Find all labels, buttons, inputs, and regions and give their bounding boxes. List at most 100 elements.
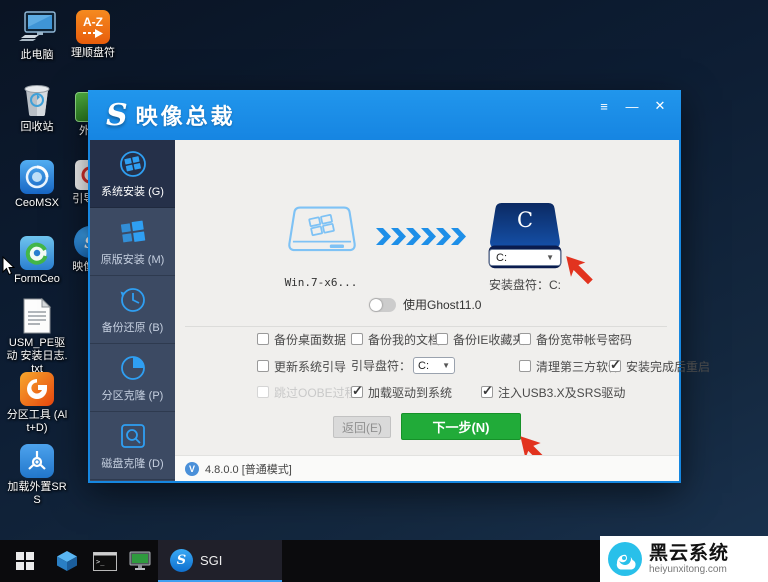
disk-clone-icon bbox=[118, 421, 148, 451]
cube-icon bbox=[56, 550, 78, 572]
az-sort-icon: A-Z bbox=[76, 10, 110, 44]
taskbar-sgi-label: SGI bbox=[200, 553, 222, 568]
option-label: 安装完成后重启 bbox=[626, 358, 710, 375]
sidebar-item-label: 系统安装 (G) bbox=[101, 183, 164, 199]
taskbar-pe-tool[interactable] bbox=[50, 540, 84, 582]
chevron-down-icon: ▼ bbox=[546, 253, 554, 262]
option-label: 跳过OOBE过程 bbox=[274, 384, 357, 401]
recycle-bin-icon bbox=[19, 80, 55, 118]
boot-letter-row: 引导盘符： C: ▼ bbox=[351, 357, 455, 374]
option-clean-thirdparty[interactable]: 清理第三方软件 bbox=[519, 359, 620, 373]
option-update-boot[interactable]: 更新系统引导 bbox=[257, 359, 346, 373]
ghost-toggle[interactable]: 使用Ghost11.0 bbox=[369, 296, 481, 313]
checkbox-icon[interactable] bbox=[257, 360, 269, 372]
partition-tool-icon bbox=[20, 372, 54, 406]
annotation-arrow-icon bbox=[563, 254, 597, 288]
desktop-icon-ceomsx[interactable]: CeoMSX bbox=[6, 160, 68, 210]
checkbox-icon[interactable] bbox=[351, 333, 363, 345]
option-backup-ie[interactable]: 备份IE收藏夹 bbox=[436, 332, 524, 346]
desktop: 此电脑 回收站 CeoMSX FormC bbox=[0, 0, 768, 582]
install-drive-select[interactable]: C: ▼ bbox=[489, 249, 561, 266]
main-panel: Win.7-x6... bbox=[175, 140, 679, 455]
close-icon[interactable]: ✕ bbox=[649, 96, 671, 116]
desktop-icon-recycle-bin[interactable]: 回收站 bbox=[6, 80, 68, 134]
menu-icon[interactable]: ≡ bbox=[593, 96, 615, 116]
mouse-cursor-icon bbox=[2, 256, 16, 276]
transfer-arrows-icon bbox=[376, 228, 468, 245]
sidebar-item-backup-restore[interactable]: 备份还原 (B) bbox=[90, 276, 175, 344]
desktop-icon-label: CeoMSX bbox=[15, 197, 59, 210]
az-text: A-Z bbox=[83, 16, 103, 28]
taskbar-sgi-task[interactable]: S SGI bbox=[158, 540, 282, 582]
checkbox-icon bbox=[257, 386, 269, 398]
sidebar-item-label: 备份还原 (B) bbox=[102, 319, 164, 335]
back-button[interactable]: 返回(E) bbox=[333, 416, 391, 438]
sgi-window: S 映像总裁 ≡ — ✕ 系统安装 (G) bbox=[88, 90, 681, 483]
sgi-logo-icon: S bbox=[170, 549, 193, 572]
option-label: 加载驱动到系统 bbox=[368, 384, 452, 401]
desktop-icon-usm-log[interactable]: USM_PE驱动 安装日志.txt bbox=[6, 298, 68, 376]
desktop-icon-label: 此电脑 bbox=[21, 49, 54, 62]
next-button[interactable]: 下一步(N) bbox=[401, 413, 521, 440]
sidebar-item-label: 原版安装 (M) bbox=[101, 251, 165, 267]
app-logo-icon: S bbox=[106, 98, 128, 133]
status-bar: V 4.8.0.0 [普通模式] bbox=[175, 455, 679, 481]
ghost-toggle-label: 使用Ghost11.0 bbox=[403, 296, 481, 313]
sidebar-item-original-install[interactable]: 原版安装 (M) bbox=[90, 208, 175, 276]
window-titlebar[interactable]: S 映像总裁 ≡ — ✕ bbox=[88, 90, 681, 140]
desktop-icon-this-pc[interactable]: 此电脑 bbox=[6, 10, 68, 62]
command-prompt-icon: >_ bbox=[93, 552, 117, 571]
desktop-icon-load-srs[interactable]: 加载外置SRS bbox=[6, 444, 68, 507]
minimize-icon[interactable]: — bbox=[621, 96, 643, 116]
option-label: 备份我的文档 bbox=[368, 331, 440, 348]
source-image-label: Win.7-x6... bbox=[261, 276, 381, 289]
checkbox-icon[interactable] bbox=[481, 386, 493, 398]
toggle-off-icon[interactable] bbox=[369, 298, 396, 312]
sidebar-item-system-install[interactable]: 系统安装 (G) bbox=[90, 140, 175, 208]
checkbox-icon[interactable] bbox=[519, 360, 531, 372]
option-backup-desktop[interactable]: 备份桌面数据 bbox=[257, 332, 346, 346]
original-install-icon bbox=[118, 217, 148, 247]
checkbox-icon[interactable] bbox=[436, 333, 448, 345]
checkbox-icon[interactable] bbox=[257, 333, 269, 345]
sidebar-item-partition-clone[interactable]: 分区克隆 (P) bbox=[90, 344, 175, 412]
option-inject-usb3-srs[interactable]: 注入USB3.X及SRS驱动 bbox=[481, 385, 625, 399]
watermark-name: 黑云系统 bbox=[649, 544, 729, 564]
sidebar-item-label: 分区克隆 (P) bbox=[102, 387, 164, 403]
boot-letter-label: 引导盘符： bbox=[351, 357, 411, 374]
heiyun-logo-icon bbox=[607, 541, 643, 577]
option-skip-oobe: 跳过OOBE过程 bbox=[257, 385, 357, 399]
checkbox-icon[interactable] bbox=[609, 360, 621, 372]
taskbar-command-prompt[interactable]: >_ bbox=[88, 540, 122, 582]
svg-text:>_: >_ bbox=[96, 558, 105, 566]
section-divider bbox=[185, 326, 667, 327]
desktop-icon-partition-tool[interactable]: 分区工具 (Alt+D) bbox=[6, 372, 68, 435]
option-label: 备份IE收藏夹 bbox=[453, 331, 524, 348]
window-title: 映像总裁 bbox=[136, 99, 236, 131]
boot-letter-value: C: bbox=[418, 360, 429, 372]
desktop-icon-label: 理顺盘符 bbox=[71, 47, 115, 60]
start-button[interactable] bbox=[6, 540, 44, 582]
option-reboot-after[interactable]: 安装完成后重启 bbox=[609, 359, 710, 373]
version-badge-icon: V bbox=[185, 462, 199, 476]
chevron-down-icon: ▼ bbox=[442, 361, 450, 370]
boot-letter-select[interactable]: C: ▼ bbox=[413, 357, 455, 374]
option-label: 备份宽带帐号密码 bbox=[536, 331, 632, 348]
desktop-icon-label: 回收站 bbox=[21, 121, 54, 134]
target-drive-letter: C bbox=[481, 208, 569, 232]
option-label: 清理第三方软件 bbox=[536, 358, 620, 375]
windows-start-icon bbox=[16, 552, 34, 570]
option-backup-documents[interactable]: 备份我的文档 bbox=[351, 332, 440, 346]
sidebar-item-disk-clone[interactable]: 磁盘克隆 (D) bbox=[90, 412, 175, 480]
checkbox-icon[interactable] bbox=[519, 333, 531, 345]
option-load-drivers[interactable]: 加载驱动到系统 bbox=[351, 385, 452, 399]
checkbox-icon[interactable] bbox=[351, 386, 363, 398]
option-backup-broadband[interactable]: 备份宽带帐号密码 bbox=[519, 332, 632, 346]
srs-icon bbox=[20, 444, 54, 478]
desktop-icon-sort-letters[interactable]: A-Z 理顺盘符 bbox=[62, 10, 124, 60]
install-drive-value: C: bbox=[496, 252, 507, 264]
desktop-icon-label: FormCeo bbox=[14, 273, 60, 286]
taskbar-display-tool[interactable] bbox=[124, 540, 158, 582]
display-tool-icon bbox=[129, 551, 153, 572]
watermark: 黑云系统 heiyunxitong.com bbox=[600, 536, 768, 582]
